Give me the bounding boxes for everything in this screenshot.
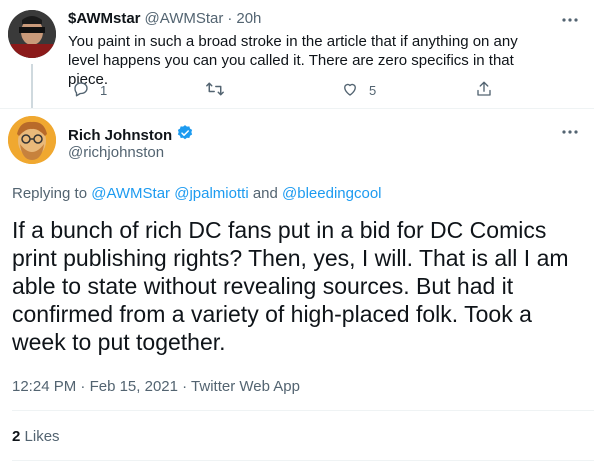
share-button[interactable] <box>475 80 493 101</box>
tweet-metadata: 12:24 PM · Feb 15, 2021 · Twitter Web Ap… <box>12 378 300 395</box>
main-handle[interactable]: @richjohnston <box>68 144 164 161</box>
thread-connector-line <box>31 64 33 108</box>
tweet-source[interactable]: Twitter Web App <box>191 378 300 395</box>
share-icon <box>475 80 493 101</box>
like-button[interactable]: 5 <box>341 80 376 101</box>
likes-label: Likes <box>24 428 60 445</box>
comment-icon <box>72 80 90 101</box>
likes-link[interactable]: 2 Likes <box>12 428 60 445</box>
reply-more-icon[interactable] <box>560 10 580 30</box>
replying-and: and <box>252 185 278 202</box>
replying-to-line: Replying to @AWMStar @jpalmiotti and @bl… <box>12 185 382 202</box>
tweet-time[interactable]: 12:24 PM <box>12 378 76 395</box>
reply-separator-dot: · <box>227 10 233 27</box>
replying-to-prefix: Replying to <box>12 185 88 202</box>
divider <box>12 410 594 411</box>
divider <box>0 108 594 109</box>
mention-link[interactable]: @AWMStar <box>91 185 170 202</box>
tweet-date[interactable]: Feb 15, 2021 <box>90 378 178 395</box>
retweet-icon <box>205 80 225 101</box>
reply-display-name[interactable]: $AWMstar <box>68 10 141 27</box>
main-tweet-text: If a bunch of rich DC fans put in a bid … <box>12 217 569 355</box>
main-author-name-row: Rich Johnston <box>68 124 194 146</box>
meta-dot: · <box>182 378 188 395</box>
retweet-button[interactable] <box>205 80 235 101</box>
likes-count: 2 <box>12 428 21 445</box>
meta-dot: · <box>80 378 86 395</box>
reply-timestamp[interactable]: 20h <box>236 10 261 27</box>
like-count: 5 <box>369 83 377 98</box>
verified-badge-icon <box>176 124 194 146</box>
main-display-name[interactable]: Rich Johnston <box>68 127 172 144</box>
reply-count: 1 <box>100 83 108 98</box>
divider <box>12 460 594 461</box>
reply-header: $AWMstar @AWMStar · 20h <box>68 10 261 27</box>
reply-author-avatar[interactable] <box>8 10 56 58</box>
mention-link[interactable]: @jpalmiotti <box>174 185 248 202</box>
mention-link[interactable]: @bleedingcool <box>282 185 381 202</box>
reply-button[interactable]: 1 <box>72 80 107 101</box>
reply-handle[interactable]: @AWMStar <box>145 10 224 27</box>
heart-icon <box>341 80 359 101</box>
main-more-icon[interactable] <box>560 122 580 142</box>
main-author-avatar[interactable] <box>8 116 56 164</box>
